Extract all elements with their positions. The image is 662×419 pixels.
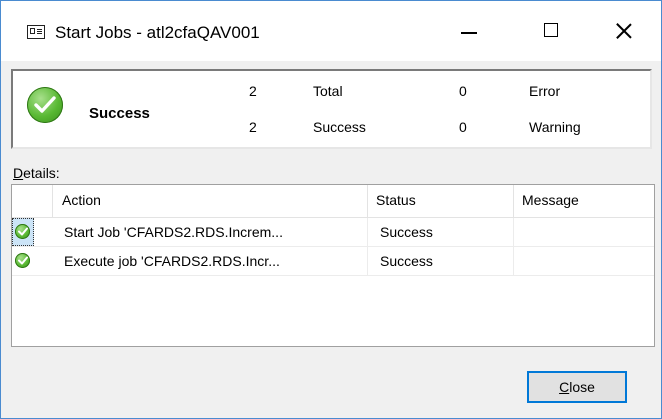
details-label-mnemonic: D — [13, 165, 24, 181]
success-check-icon — [15, 253, 30, 268]
details-label: Details: — [13, 165, 60, 181]
dialog-window: Start Jobs - atl2cfaQAV001 Success 2 Tot… — [0, 0, 662, 419]
warning-count: 0 — [459, 119, 467, 135]
details-grid[interactable]: Action Status Message Start Job 'CFARDS2… — [11, 184, 655, 347]
summary-status-label: Success — [89, 105, 150, 122]
column-header-action[interactable]: Action — [62, 192, 101, 208]
summary-panel: Success 2 Total 2 Success 0 Error 0 Warn… — [11, 69, 652, 149]
row-icon-cell[interactable] — [12, 247, 34, 275]
window-icon — [27, 25, 45, 39]
details-label-rest: etails: — [23, 165, 60, 181]
title-bar[interactable]: Start Jobs - atl2cfaQAV001 — [1, 1, 661, 61]
success-label: Success — [313, 119, 366, 135]
warning-label: Warning — [529, 119, 581, 135]
success-check-icon — [15, 224, 30, 239]
column-header-message[interactable]: Message — [522, 192, 579, 208]
success-check-icon — [27, 87, 63, 123]
row-status: Success — [380, 224, 433, 240]
success-count: 2 — [249, 119, 257, 135]
column-separator — [513, 247, 514, 275]
total-label: Total — [313, 83, 343, 99]
grid-header: Action Status Message — [12, 185, 654, 218]
table-row[interactable]: Execute job 'CFARDS2.RDS.Incr... Success — [12, 247, 654, 276]
minimize-button[interactable] — [445, 13, 493, 49]
close-button-mnemonic: C — [559, 379, 570, 395]
row-action: Start Job 'CFARDS2.RDS.Increm... — [64, 224, 283, 240]
total-count: 2 — [249, 83, 257, 99]
row-icon-cell[interactable] — [12, 218, 34, 246]
column-header-status[interactable]: Status — [376, 192, 416, 208]
column-separator — [367, 247, 368, 275]
close-button[interactable]: Close — [527, 371, 627, 403]
maximize-button[interactable] — [527, 13, 575, 49]
window-title: Start Jobs - atl2cfaQAV001 — [55, 23, 260, 42]
column-separator — [513, 218, 514, 246]
error-count: 0 — [459, 83, 467, 99]
error-label: Error — [529, 83, 561, 99]
column-separator — [52, 185, 53, 217]
row-action: Execute job 'CFARDS2.RDS.Incr... — [64, 253, 280, 269]
close-window-button[interactable] — [599, 13, 647, 49]
column-separator — [513, 185, 514, 217]
column-separator — [367, 218, 368, 246]
column-separator — [367, 185, 368, 217]
table-row[interactable]: Start Job 'CFARDS2.RDS.Increm... Success — [12, 218, 654, 247]
row-status: Success — [380, 253, 433, 269]
close-button-rest: lose — [569, 379, 595, 395]
